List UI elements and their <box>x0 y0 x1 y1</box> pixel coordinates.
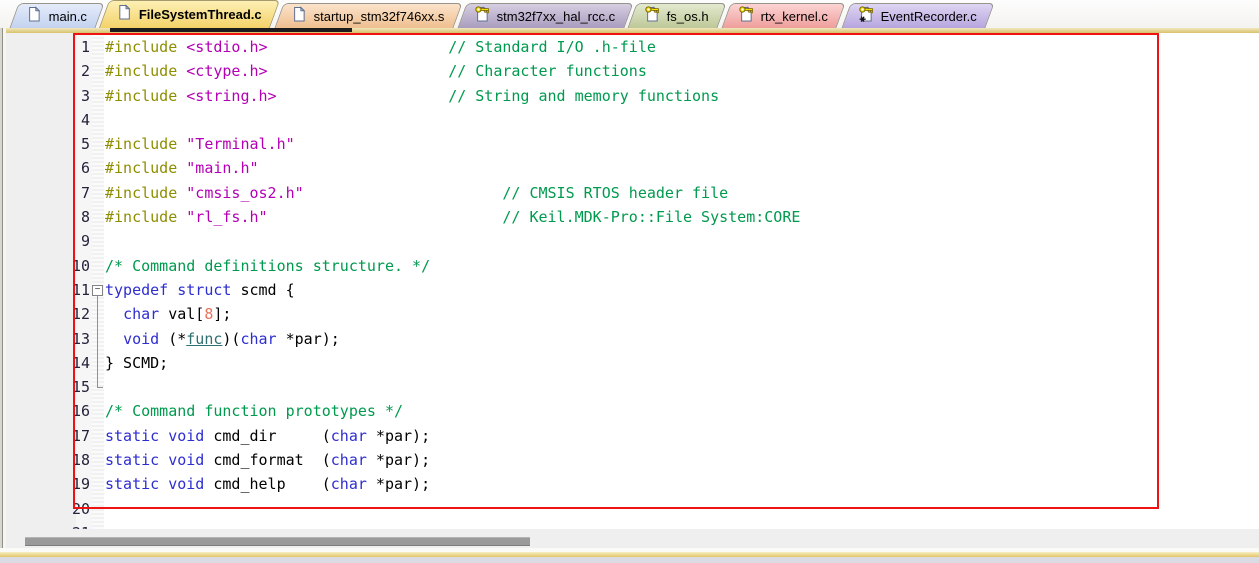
code-line[interactable]: 1 #include <stdio.h> // Standard I/O .h-f… <box>0 35 1259 59</box>
line-number: 21 <box>40 521 90 529</box>
tab-fs-os-h[interactable]: fs_os.h <box>628 3 727 28</box>
line-number: 17 <box>40 424 90 448</box>
code-text: #include "cmsis_os2.h" // CMSIS RTOS hea… <box>105 181 728 205</box>
editor[interactable]: 1 #include <stdio.h> // Standard I/O .h-f… <box>0 33 1259 529</box>
line-number: 6 <box>40 156 90 180</box>
line-number: 1 <box>40 35 90 59</box>
code-text: } SCMD; <box>105 351 168 375</box>
window-left-border <box>0 28 6 548</box>
tab-startup-stm32f746xx-s[interactable]: startup_stm32f746xx.s <box>275 3 463 28</box>
line-number: 2 <box>40 59 90 83</box>
code-line[interactable]: 14 } SCMD; <box>0 351 1259 375</box>
code-line[interactable]: 9 <box>0 229 1259 253</box>
code-text: void (*func)(char *par); <box>105 327 340 351</box>
code-line[interactable]: 4 <box>0 108 1259 132</box>
code-text: /* Command definitions structure. */ <box>105 254 430 278</box>
code-line[interactable]: 15 <box>0 375 1259 399</box>
code-text: static void cmd_format (char *par); <box>105 448 430 472</box>
tab-rtx-kernel-c[interactable]: rtx_kernel.c <box>722 3 846 28</box>
code-text: #include <string.h> // String and memory… <box>105 84 719 108</box>
line-number: 12 <box>40 302 90 326</box>
document-icon <box>117 4 133 24</box>
tab-filesystemthread-c[interactable]: FileSystemThread.c <box>99 0 280 28</box>
fold-guide <box>97 296 98 388</box>
code-line[interactable]: 5 #include "Terminal.h" <box>0 132 1259 156</box>
code-text: #include "rl_fs.h" // Keil.MDK-Pro::File… <box>105 205 800 229</box>
code-text: static void cmd_dir (char *par); <box>105 424 430 448</box>
horizontal-scrollbar[interactable] <box>6 529 1259 548</box>
bottom-panel-edge <box>0 557 1259 563</box>
code-line[interactable]: 12 char val[8]; <box>0 302 1259 326</box>
document-readonly-icon <box>645 6 661 26</box>
tab-label: fs_os.h <box>667 9 709 24</box>
tab-label: EventRecorder.c <box>880 9 976 24</box>
active-tab-indicator <box>110 28 352 32</box>
line-number: 5 <box>40 132 90 156</box>
code-line[interactable]: 10 /* Command definitions structure. */ <box>0 254 1259 278</box>
line-number: 15 <box>40 375 90 399</box>
tab-label: FileSystemThread.c <box>139 7 262 22</box>
line-number: 14 <box>40 351 90 375</box>
code-text: #include <ctype.h> // Character function… <box>105 59 647 83</box>
line-number: 11 <box>40 278 90 302</box>
code-text: #include "main.h" <box>105 156 259 180</box>
line-number: 4 <box>40 108 90 132</box>
document-readonly-icon <box>475 6 491 26</box>
line-number: 7 <box>40 181 90 205</box>
code-line[interactable]: 13 void (*func)(char *par); <box>0 327 1259 351</box>
code-text: char val[8]; <box>105 302 231 326</box>
code-text: #include <stdio.h> // Standard I/O .h-fi… <box>105 35 656 59</box>
tab-stm32f7xx-hal-rcc-c[interactable]: stm32f7xx_hal_rcc.c <box>457 3 633 28</box>
scrollbar-thumb[interactable] <box>25 537 530 546</box>
fold-toggle[interactable]: − <box>92 285 103 296</box>
code-text: typedef struct scmd { <box>105 278 295 302</box>
line-number: 3 <box>40 84 90 108</box>
code-line[interactable]: 3 #include <string.h> // String and memor… <box>0 84 1259 108</box>
code-text: #include "Terminal.h" <box>105 132 295 156</box>
code-line[interactable]: 7 #include "cmsis_os2.h" // CMSIS RTOS he… <box>0 181 1259 205</box>
line-number: 10 <box>40 254 90 278</box>
tab-bar: main.c FileSystemThread.c startup_stm32f74… <box>0 0 1259 28</box>
code-line[interactable]: 2 #include <ctype.h> // Character functio… <box>0 59 1259 83</box>
tab-label: main.c <box>49 9 87 24</box>
code-line[interactable]: 21 <box>0 521 1259 529</box>
line-number: 13 <box>40 327 90 351</box>
code-line[interactable]: 16 /* Command function prototypes */ <box>0 399 1259 423</box>
document-icon <box>292 6 308 26</box>
document-icon <box>27 6 43 26</box>
line-number: 16 <box>40 399 90 423</box>
line-number: 9 <box>40 229 90 253</box>
code-line[interactable]: 11 typedef struct scmd { <box>0 278 1259 302</box>
line-number: 20 <box>40 497 90 521</box>
line-number: 19 <box>40 472 90 496</box>
tab-eventrecorder-c[interactable]: EventRecorder.c <box>841 3 994 28</box>
fold-guide-foot <box>97 387 103 388</box>
tab-main-c[interactable]: main.c <box>9 3 104 28</box>
line-number: 8 <box>40 205 90 229</box>
document-readonly-config-icon <box>858 6 874 26</box>
document-readonly-icon <box>739 6 755 26</box>
code-text: static void cmd_help (char *par); <box>105 472 430 496</box>
code-line[interactable]: 17 static void cmd_dir (char *par); <box>0 424 1259 448</box>
code-line[interactable]: 19 static void cmd_help (char *par); <box>0 472 1259 496</box>
tab-label: stm32f7xx_hal_rcc.c <box>497 9 615 24</box>
code-text: /* Command function prototypes */ <box>105 399 403 423</box>
line-number: 18 <box>40 448 90 472</box>
tab-label: rtx_kernel.c <box>761 9 828 24</box>
code-line[interactable]: 8 #include "rl_fs.h" // Keil.MDK-Pro::Fil… <box>0 205 1259 229</box>
code-line[interactable]: 6 #include "main.h" <box>0 156 1259 180</box>
code-line[interactable]: 20 <box>0 497 1259 521</box>
tab-label: startup_stm32f746xx.s <box>314 9 445 24</box>
code-line[interactable]: 18 static void cmd_format (char *par); <box>0 448 1259 472</box>
code-lines: 1 #include <stdio.h> // Standard I/O .h-f… <box>0 35 1259 529</box>
